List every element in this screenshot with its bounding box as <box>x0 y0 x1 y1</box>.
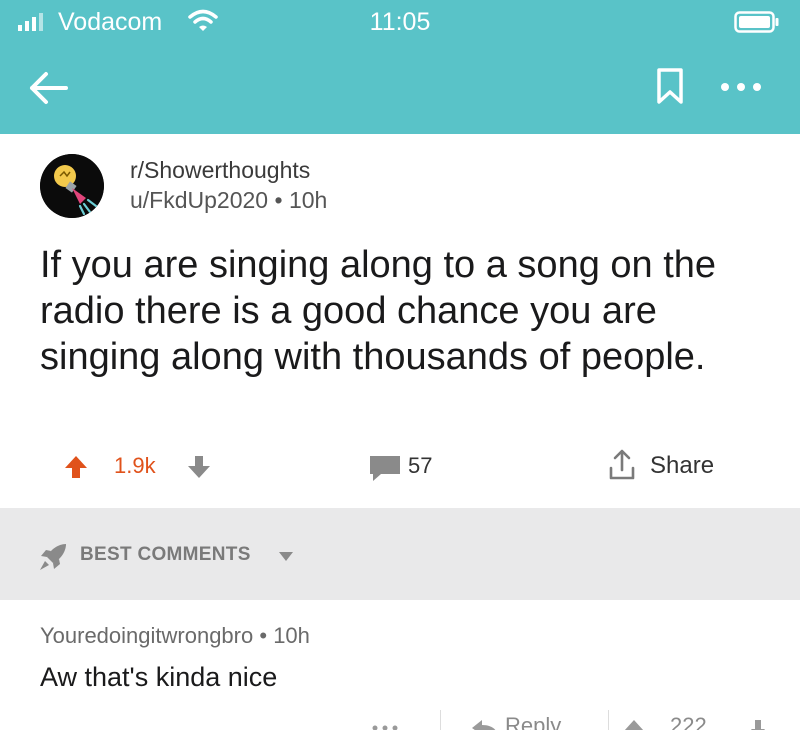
subreddit-name[interactable]: r/Showerthoughts <box>130 156 310 184</box>
comment-bubble-icon[interactable] <box>367 453 403 483</box>
post-title[interactable]: If you are singing along to a song on th… <box>40 242 760 380</box>
lightbulb-shower-icon <box>40 154 104 218</box>
back-arrow-icon[interactable] <box>26 68 70 108</box>
post-author[interactable]: u/FkdUp2020 <box>130 187 268 213</box>
meta-separator: • <box>259 623 268 648</box>
divider <box>608 710 609 730</box>
status-bar: Vodacom 11:05 <box>0 0 800 44</box>
post-meta: u/FkdUp2020 • 10h <box>130 186 327 214</box>
battery-icon <box>734 11 779 33</box>
comment-count[interactable]: 57 <box>408 452 432 480</box>
chevron-down-icon[interactable] <box>278 550 294 562</box>
post-card: r/Showerthoughts u/FkdUp2020 • 10h If yo… <box>10 134 800 508</box>
comment-sort-bar: BEST COMMENTS <box>0 508 800 600</box>
app-header: Vodacom 11:05 <box>0 0 800 134</box>
post-score: 1.9k <box>114 453 156 478</box>
post-age: 10h <box>288 187 328 213</box>
downvote-arrow-icon[interactable] <box>750 718 766 730</box>
comment-actions: Reply 222 <box>10 706 800 730</box>
post-actions: 1.9k 57 Share <box>10 444 800 488</box>
downvote-arrow-icon[interactable] <box>186 454 212 480</box>
meta-separator: • <box>274 187 283 213</box>
comment-score: 222 <box>670 713 707 730</box>
divider <box>440 710 441 730</box>
upvote-arrow-icon[interactable] <box>622 718 646 730</box>
share-icon[interactable] <box>608 448 636 482</box>
status-time: 11:05 <box>369 8 431 36</box>
comment-age: 10h <box>273 623 310 648</box>
reply-arrow-icon[interactable] <box>470 716 500 730</box>
reply-button[interactable]: Reply <box>505 712 561 730</box>
nav-bar <box>0 54 800 124</box>
subreddit-avatar[interactable] <box>40 154 104 218</box>
bookmark-icon[interactable] <box>655 67 685 105</box>
sort-dropdown[interactable]: BEST COMMENTS <box>80 542 251 568</box>
upvote-arrow-icon[interactable] <box>63 454 89 480</box>
more-options-icon[interactable] <box>718 72 764 102</box>
comment-meta: Youredoingitwrongbro • 10h <box>40 622 310 650</box>
more-options-icon[interactable] <box>370 720 400 730</box>
comment-author[interactable]: Youredoingitwrongbro <box>40 623 253 648</box>
comment-body: Aw that's kinda nice <box>40 662 278 692</box>
share-button[interactable]: Share <box>650 452 714 480</box>
comment-item: Youredoingitwrongbro • 10h Aw that's kin… <box>10 600 800 730</box>
rocket-icon <box>40 544 66 570</box>
